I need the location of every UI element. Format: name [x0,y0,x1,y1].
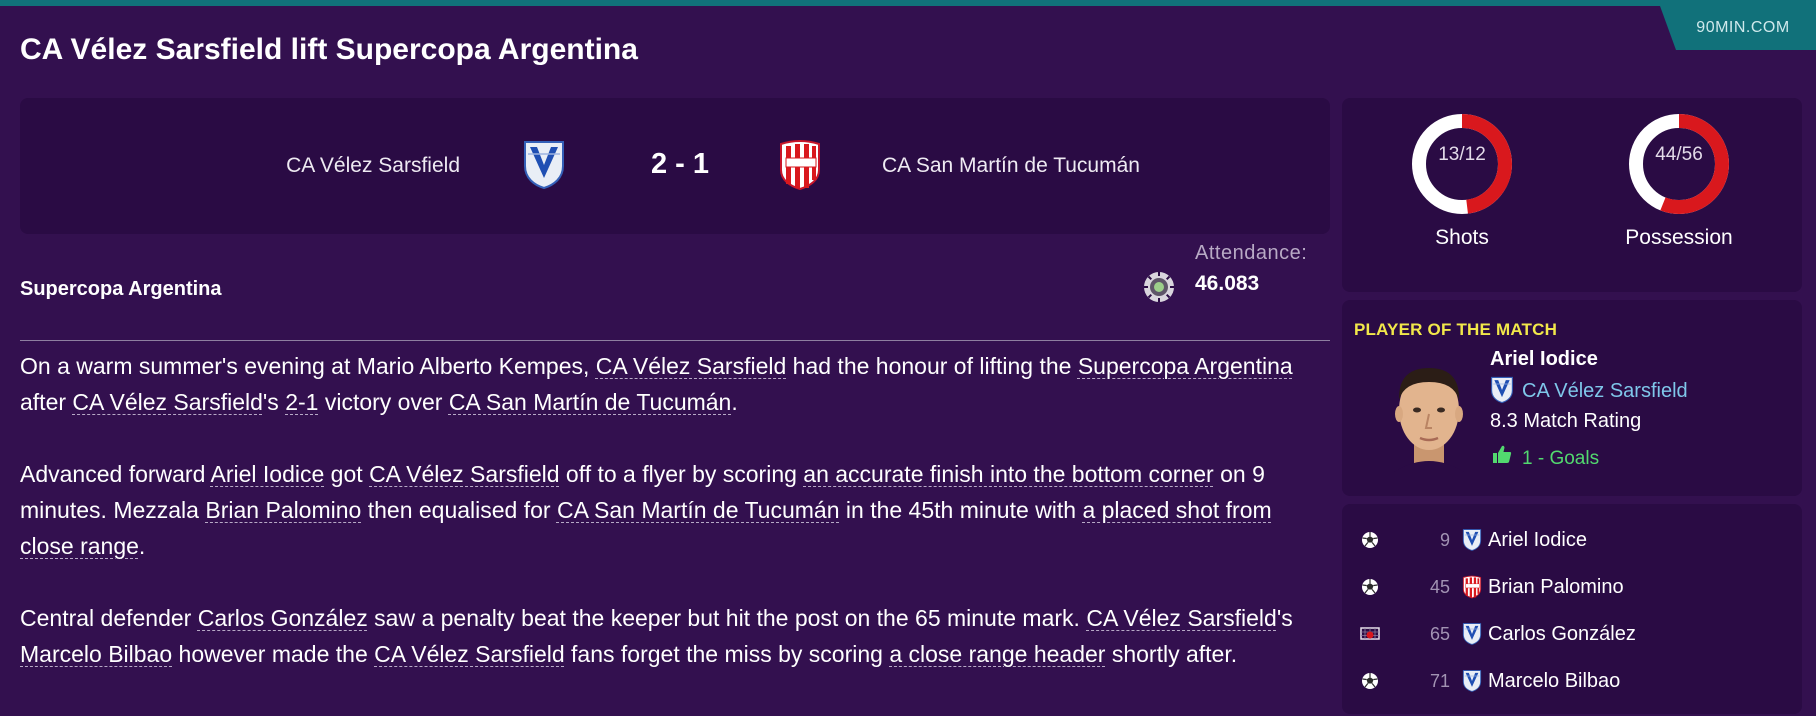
event-player[interactable]: Carlos González [1488,623,1636,646]
san-martin-crest-icon [1462,575,1482,599]
article-text: after [20,389,73,415]
article-text: 's [262,389,286,415]
article-paragraph: On a warm summer's evening at Mario Albe… [20,348,1320,420]
article-text: in the 45th minute with [839,497,1083,523]
goal-ball-icon [1360,530,1380,550]
article-text: Central defender [20,605,198,631]
article-link[interactable]: CA Vélez Sarsfield [72,389,262,415]
article-link[interactable]: CA San Martín de Tucumán [449,389,732,415]
event-minute: 45 [1429,577,1450,597]
velez-crest-icon [1490,376,1514,404]
possession-label: Possession [1625,226,1733,249]
article-link[interactable]: CA Vélez Sarsfield [369,461,559,487]
event-row[interactable]: 71 Marcelo Bilbao [1342,661,1802,701]
article-link[interactable]: CA Vélez Sarsfield [374,641,564,667]
article-text: fans forget the miss by scoring [564,641,890,667]
velez-crest-icon[interactable] [522,140,566,190]
article-text: . [138,533,146,559]
thumbs-up-icon [1493,445,1512,463]
article-link[interactable]: Carlos González [198,605,368,631]
potm-rating: 8.3 Match Rating [1490,410,1642,432]
san-martin-crest-icon[interactable] [778,140,822,190]
potm-player-name[interactable]: Ariel Iodice [1490,348,1598,371]
goal-ball-icon [1360,671,1380,691]
match-stats-panel: 13/12 Shots 44/56 Possession [1342,98,1802,292]
article-text: off to a flyer by scoring [559,461,804,487]
potm-title: PLAYER OF THE MATCH [1354,320,1558,339]
article-link[interactable]: 2-1 [285,389,318,415]
shots-label: Shots [1435,226,1489,249]
velez-crest-icon [1462,669,1482,693]
article-paragraph: Advanced forward Ariel Iodice got CA Vél… [20,456,1320,564]
article-text: had the honour of lifting the [786,353,1078,379]
player-portrait[interactable] [1384,352,1474,472]
page-title: CA Vélez Sarsfield lift Supercopa Argent… [20,33,638,66]
top-accent-bar [0,0,1816,6]
article-link[interactable]: a close range header [889,641,1105,667]
missed-penalty-icon [1360,627,1380,640]
article-link[interactable]: Brian Palomino [205,497,361,523]
shots-value: 13/12 [1438,144,1486,165]
event-minute: 9 [1439,530,1450,550]
possession-value: 44/56 [1655,144,1703,165]
article-text: then equalised for [361,497,557,523]
match-report-article: On a warm summer's evening at Mario Albe… [20,348,1320,708]
event-player[interactable]: Marcelo Bilbao [1488,670,1620,693]
article-text: 's [1276,605,1293,631]
event-row[interactable]: 65 Carlos González [1342,614,1802,654]
article-text: saw a penalty beat the keeper but hit th… [367,605,1087,631]
match-events-panel: 9 Ariel Iodice 45 Brian Palomino 65 Carl… [1342,504,1802,714]
event-player[interactable]: Brian Palomino [1488,576,1624,599]
home-team-name[interactable]: CA Vélez Sarsfield [286,154,460,178]
article-link[interactable]: Supercopa Argentina [1078,353,1293,379]
velez-crest-icon [1462,622,1482,646]
article-text: however made the [172,641,375,667]
away-team-name[interactable]: CA San Martín de Tucumán [882,154,1140,178]
section-divider [20,340,1330,341]
event-row[interactable]: 45 Brian Palomino [1342,567,1802,607]
article-link[interactable]: CA Vélez Sarsfield [596,353,786,379]
article-link[interactable]: CA San Martín de Tucumán [557,497,840,523]
article-text: shortly after. [1105,641,1238,667]
goal-ball-icon [1360,577,1380,597]
article-text: got [324,461,370,487]
event-player[interactable]: Ariel Iodice [1488,529,1587,552]
article-text: Advanced forward [20,461,211,487]
potm-goals: 1 - Goals [1522,448,1600,469]
velez-crest-icon [1462,528,1482,552]
article-link[interactable]: Marcelo Bilbao [20,641,172,667]
match-score: 2 - 1 [650,148,710,180]
source-label[interactable]: 90MIN.COM [1660,6,1816,50]
article-link[interactable]: CA Vélez Sarsfield [1086,605,1276,631]
stadium-icon [1144,272,1174,302]
article-text: . [731,389,738,415]
potm-club-link[interactable]: CA Vélez Sarsfield [1522,380,1688,403]
article-link[interactable]: Ariel Iodice [211,461,325,487]
article-text: On a warm summer's evening at Mario Albe… [20,353,596,379]
article-link[interactable]: an accurate finish into the bottom corne… [803,461,1213,487]
attendance-label: Attendance: [1195,242,1308,264]
attendance-value: 46.083 [1195,272,1260,295]
article-paragraph: Central defender Carlos González saw a p… [20,600,1320,672]
competition-name[interactable]: Supercopa Argentina [20,278,222,301]
match-score-panel: CA Vélez Sarsfield 2 - 1 CA San Martín d… [20,98,1330,234]
event-minute: 65 [1429,624,1450,644]
article-text: victory over [318,389,449,415]
event-row[interactable]: 9 Ariel Iodice [1342,520,1802,560]
player-of-match-panel: PLAYER OF THE MATCH Ariel Iodice CA Véle… [1342,300,1802,496]
event-minute: 71 [1429,671,1450,691]
